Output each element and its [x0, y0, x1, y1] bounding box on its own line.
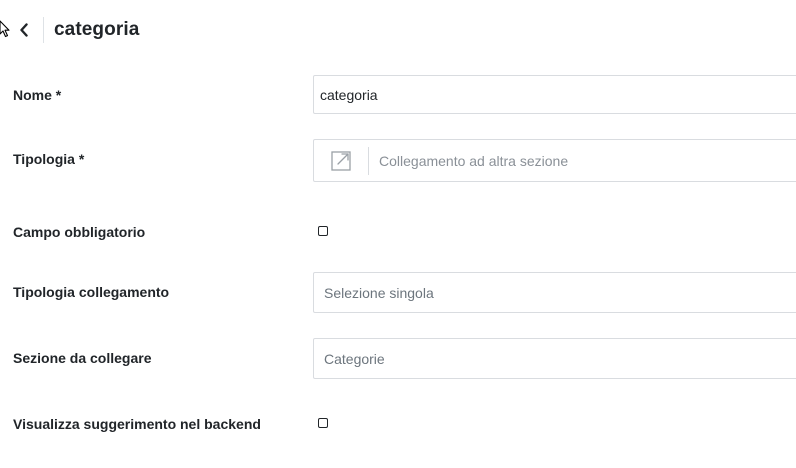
chevron-left-icon: [20, 23, 28, 37]
external-link-icon: [331, 150, 351, 171]
visualizza-suggerimento-label: Visualizza suggerimento nel backend: [13, 416, 261, 432]
page-title: categoria: [54, 19, 140, 40]
tipologia-collegamento-select[interactable]: Selezione singola: [313, 272, 796, 313]
header-divider: [43, 17, 44, 43]
tipologia-field[interactable]: Collegamento ad altra sezione: [313, 139, 796, 182]
back-button[interactable]: [14, 19, 34, 41]
sezione-da-collegare-select[interactable]: Categorie: [313, 338, 796, 379]
tipologia-icon-wrap: [314, 140, 368, 181]
sezione-da-collegare-value: Categorie: [324, 350, 385, 367]
sezione-da-collegare-label: Sezione da collegare: [13, 350, 152, 366]
nome-input[interactable]: categoria: [313, 75, 796, 114]
tipologia-label: Tipologia *: [13, 151, 85, 167]
tipologia-collegamento-label: Tipologia collegamento: [13, 284, 170, 300]
tipologia-value: Collegamento ad altra sezione: [379, 152, 569, 169]
mouse-cursor-icon: [0, 20, 10, 38]
campo-obbligatorio-checkbox[interactable]: [318, 226, 328, 236]
page: categoria Nome * categoria Tipologia * C…: [0, 0, 796, 468]
campo-obbligatorio-label: Campo obbligatorio: [13, 224, 146, 240]
visualizza-suggerimento-checkbox[interactable]: [318, 418, 328, 428]
nome-input-value: categoria: [320, 86, 378, 103]
nome-label: Nome *: [13, 87, 62, 103]
tipologia-collegamento-value: Selezione singola: [324, 284, 434, 301]
